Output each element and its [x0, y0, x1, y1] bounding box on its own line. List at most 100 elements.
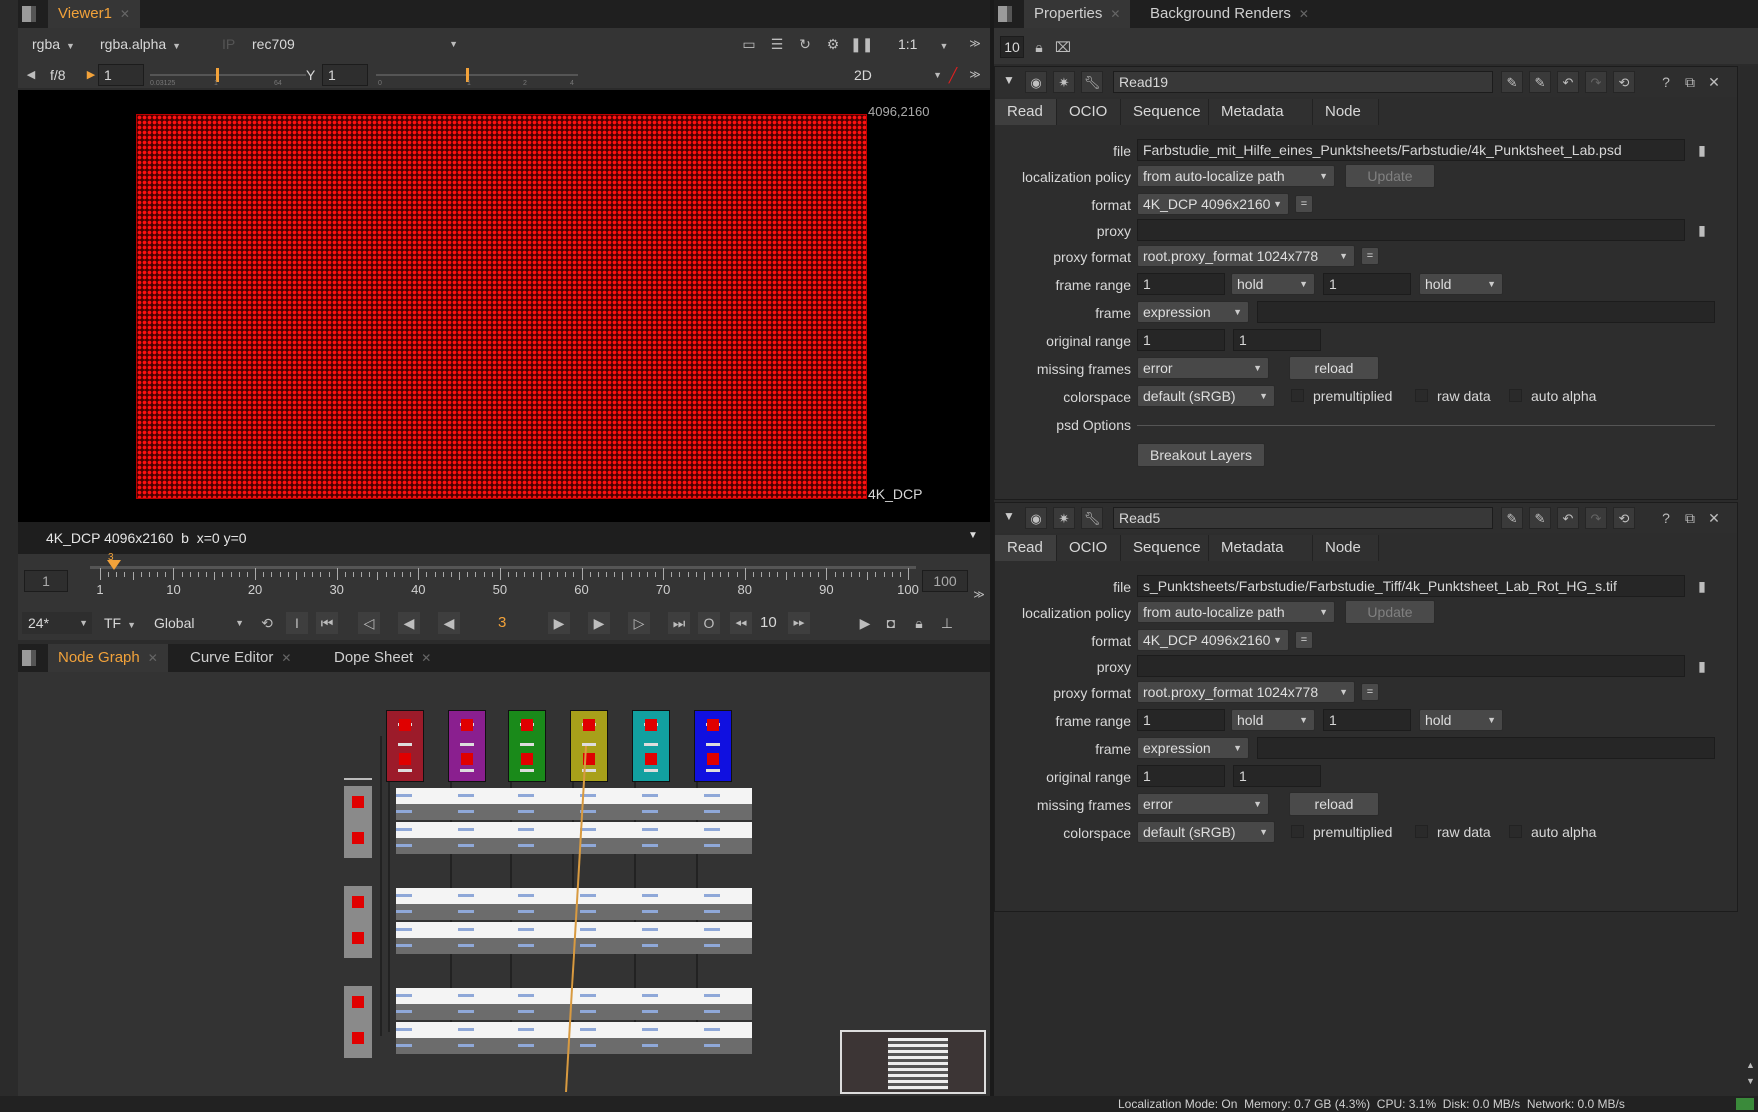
node-graph-canvas[interactable]	[18, 672, 990, 1096]
timeline-ruler[interactable]: 1 10 20 30 40 50 60 70 80 90 100	[90, 558, 919, 600]
gain-field[interactable]: 1	[98, 64, 144, 86]
current-frame-field[interactable]: 3	[498, 614, 506, 631]
edit-alt-icon[interactable]: ✎	[1529, 71, 1551, 93]
close-icon[interactable]: ✕	[281, 651, 291, 665]
tab-curve-editor[interactable]: Curve Editor ✕	[180, 644, 301, 672]
out-point-button[interactable]: O	[698, 612, 720, 634]
localization-policy-dropdown[interactable]: from auto-localize path ▼	[1137, 601, 1335, 623]
wrench-icon[interactable]: 🔧︎	[1081, 71, 1103, 93]
pause-icon[interactable]: ❚❚	[850, 33, 873, 55]
proxy-browse-icon[interactable]: ▮	[1691, 655, 1713, 677]
proxy-path-field[interactable]	[1137, 219, 1685, 241]
revert-icon[interactable]: ⟲	[1613, 507, 1635, 529]
wrench-icon[interactable]: 🔧︎	[1081, 507, 1103, 529]
reload-button[interactable]: reload	[1289, 356, 1379, 380]
expand-icon-2[interactable]: ≫	[964, 64, 986, 86]
update-button[interactable]: Update	[1345, 164, 1435, 188]
gain-slider[interactable]	[150, 74, 306, 76]
float-icon[interactable]: ⧉	[1679, 507, 1701, 529]
frame-range-start-field[interactable]: 1	[1137, 709, 1225, 731]
fps-dropdown[interactable]: 24* ▼	[22, 612, 92, 634]
raw-data-checkbox[interactable]	[1415, 389, 1428, 402]
max-panels-field[interactable]: 10	[1000, 36, 1024, 58]
reload-button[interactable]: reload	[1289, 792, 1379, 816]
frame-expression-field[interactable]	[1257, 301, 1715, 323]
frame-range-end-field[interactable]: 1	[1323, 709, 1411, 731]
format-edit-button[interactable]: =	[1295, 631, 1313, 649]
node-name-field[interactable]: Read19	[1113, 71, 1493, 93]
flipbook-icon[interactable]: ▶	[854, 612, 876, 634]
roi-icon[interactable]: ▭	[738, 33, 760, 55]
tab-read[interactable]: Read	[995, 535, 1057, 561]
step-back-icon[interactable]: ◂◂	[730, 612, 752, 634]
panel-menu-icon-3[interactable]	[998, 6, 1012, 22]
close-icon[interactable]: ✕	[1110, 7, 1120, 21]
folder-browse-icon[interactable]: ▮	[1691, 139, 1713, 161]
close-icon[interactable]: ✕	[421, 651, 431, 665]
clear-panels-icon[interactable]: ⌧	[1052, 36, 1074, 58]
colorspace-dropdown[interactable]: default (sRGB) ▼	[1137, 385, 1275, 407]
step-forward-icon[interactable]: ▸▸	[788, 612, 810, 634]
lock-icon[interactable]: 🔒︎	[908, 612, 930, 634]
frame-range-before-dropdown[interactable]: hold ▼	[1231, 273, 1315, 295]
undo-icon[interactable]: ↶	[1557, 507, 1579, 529]
close-node-icon[interactable]: ✕	[1703, 507, 1725, 529]
properties-scrollbar[interactable]: ▲ ▼	[1740, 66, 1758, 1092]
tf-dropdown[interactable]: TF ▼	[98, 612, 142, 634]
redo-icon[interactable]: ↷	[1585, 71, 1607, 93]
histogram-icon[interactable]: ⊥	[936, 612, 958, 634]
info-dropdown-icon[interactable]: ▼	[968, 530, 978, 541]
collapse-triangle-icon[interactable]: ▼	[1003, 73, 1015, 87]
undo-icon[interactable]: ↶	[1557, 71, 1579, 93]
tab-metadata[interactable]: Metadata	[1209, 535, 1313, 561]
proxy-format-dropdown[interactable]: root.proxy_format 1024x778 ▼	[1137, 681, 1355, 703]
original-range-start-field[interactable]: 1	[1137, 329, 1225, 351]
view-mode-dropdown[interactable]: 2D ▼	[848, 64, 948, 86]
frame-expression-field[interactable]	[1257, 737, 1715, 759]
scroll-up-icon[interactable]: ▲	[1746, 1060, 1755, 1070]
collapse-triangle-icon[interactable]: ▼	[1003, 509, 1015, 523]
original-range-end-field[interactable]: 1	[1233, 765, 1321, 787]
viewer-icon[interactable]: ◉	[1025, 71, 1047, 93]
format-edit-button[interactable]: =	[1295, 195, 1313, 213]
frame-range-before-dropdown[interactable]: hold ▼	[1231, 709, 1315, 731]
gamma-slider[interactable]	[376, 74, 578, 76]
loop-icon[interactable]: ⟲	[256, 612, 278, 634]
next-keyframe-icon[interactable]: ▷	[628, 612, 650, 634]
close-icon[interactable]: ✕	[1299, 7, 1309, 21]
format-dropdown[interactable]: 4K_DCP 4096x2160 ▼	[1137, 629, 1289, 651]
gain-left-arrow-icon[interactable]: ◀	[20, 64, 42, 86]
gamma-field[interactable]: 1	[322, 64, 368, 86]
missing-frames-dropdown[interactable]: error ▼	[1137, 793, 1269, 815]
frame-range-end-field[interactable]: 1	[1323, 273, 1411, 295]
scope-dropdown[interactable]: Global ▼	[148, 612, 248, 634]
timeline-end-field[interactable]: 100	[922, 570, 968, 592]
play-forward-icon[interactable]: ▶	[548, 612, 570, 634]
close-icon[interactable]: ✕	[148, 651, 158, 665]
alpha-channel-dropdown[interactable]: rgba.alpha ▼	[94, 33, 187, 55]
edit-alt-icon[interactable]: ✎	[1529, 507, 1551, 529]
panel-splitter[interactable]	[990, 0, 994, 1096]
help-icon[interactable]: ?	[1655, 507, 1677, 529]
timeline-start-field[interactable]: 1	[24, 570, 68, 592]
expand-icon[interactable]: ≫	[964, 33, 986, 55]
proxy-format-dropdown[interactable]: root.proxy_format 1024x778 ▼	[1137, 245, 1355, 267]
scroll-down-icon[interactable]: ▼	[1746, 1076, 1755, 1086]
file-path-field[interactable]: Farbstudie_mit_Hilfe_eines_Punktsheets/F…	[1137, 139, 1685, 161]
breakout-layers-button[interactable]: Breakout Layers	[1137, 443, 1265, 467]
localization-policy-dropdown[interactable]: from auto-localize path ▼	[1137, 165, 1335, 187]
panel-menu-icon-2[interactable]	[22, 650, 36, 666]
panel-menu-icon[interactable]	[22, 6, 36, 22]
tab-ocio[interactable]: OCIO	[1057, 535, 1121, 561]
frame-range-start-field[interactable]: 1	[1137, 273, 1225, 295]
settings-icon[interactable]: ⚙	[822, 33, 844, 55]
auto-alpha-checkbox[interactable]	[1509, 825, 1522, 838]
tab-read[interactable]: Read	[995, 99, 1057, 125]
tab-sequence[interactable]: Sequence	[1121, 99, 1209, 125]
tab-ocio[interactable]: OCIO	[1057, 99, 1121, 125]
capture-icon[interactable]: ◘	[880, 612, 902, 634]
node-name-field[interactable]: Read5	[1113, 507, 1493, 529]
prev-frame-icon[interactable]: ◀	[398, 612, 420, 634]
tab-node-graph[interactable]: Node Graph ✕	[48, 644, 168, 672]
node-color-icon[interactable]: ✷	[1053, 71, 1075, 93]
